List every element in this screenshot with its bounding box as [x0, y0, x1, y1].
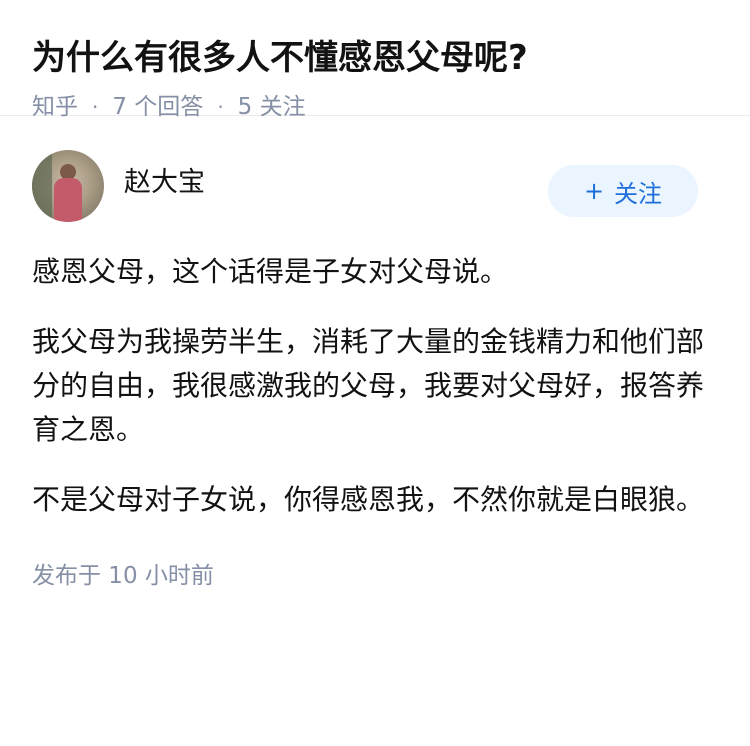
plus-icon: +	[583, 177, 605, 205]
question-header: 为什么有很多人不懂感恩父母呢? 知乎 · 7 个回答 · 5 关注	[0, 0, 750, 120]
follow-button-label: 关注	[614, 179, 663, 208]
meta-separator: ·	[217, 95, 224, 119]
answer-content: 感恩父母，这个话得是子女对父母说。 我父母为我操劳半生，消耗了大量的金钱精力和他…	[32, 250, 718, 522]
answer-paragraph: 感恩父母，这个话得是子女对父母说。	[32, 255, 509, 288]
followers-count[interactable]: 5 关注	[238, 92, 306, 122]
avatar-background	[32, 150, 52, 222]
question-title[interactable]: 为什么有很多人不懂感恩父母呢?	[32, 34, 718, 82]
answer-paragraph: 不是父母对子女说，你得感恩我，不然你就是白眼狼。	[32, 483, 705, 516]
avatar-figure-body	[54, 178, 82, 222]
answers-count[interactable]: 7 个回答	[112, 92, 203, 122]
meta-separator: ·	[92, 95, 99, 119]
author-name[interactable]: 赵大宝	[124, 160, 205, 199]
author-info: 赵大宝	[32, 150, 205, 222]
publish-time: 发布于 10 小时前	[32, 563, 214, 589]
answer-card: 赵大宝 + 关注 感恩父母，这个话得是子女对父母说。 我父母为我操劳半生，消耗了…	[0, 116, 750, 590]
answer-paragraph: 我父母为我操劳半生，消耗了大量的金钱精力和他们部分的自由，我很感激我的父母，我要…	[32, 325, 705, 446]
follow-button[interactable]: + 关注	[548, 165, 698, 217]
avatar[interactable]	[32, 150, 104, 222]
author-row: 赵大宝 + 关注	[32, 148, 718, 224]
source-label[interactable]: 知乎	[32, 92, 78, 122]
